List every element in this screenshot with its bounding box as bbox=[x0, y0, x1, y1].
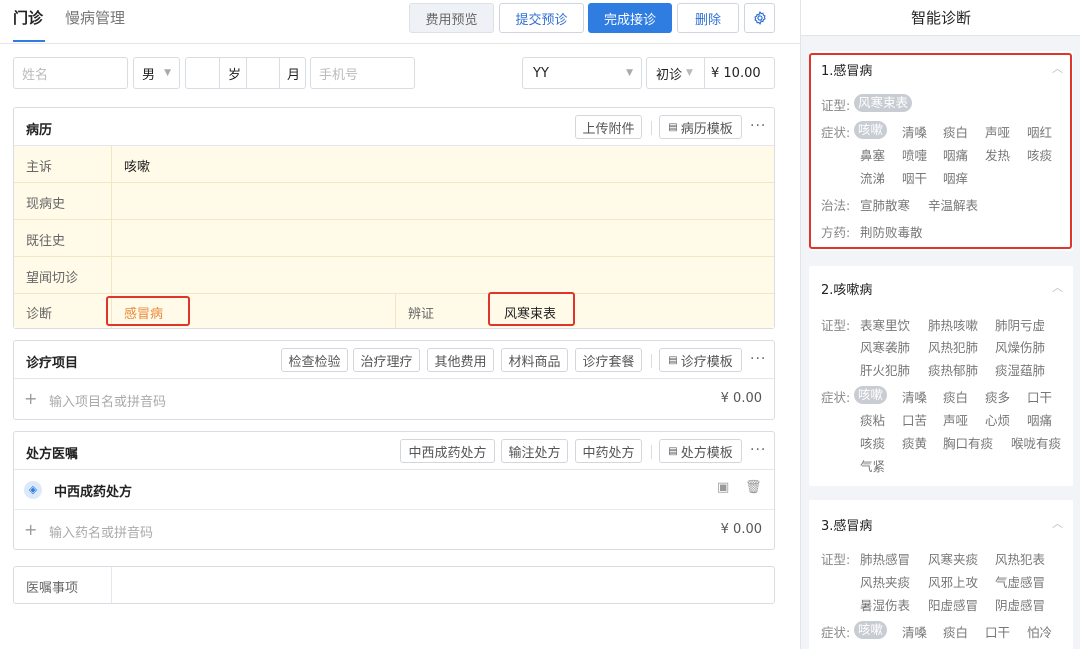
top-bar: 门诊 慢病管理 费用预览 提交预诊 完成接诊 删除 bbox=[0, 0, 800, 44]
package-button[interactable]: 诊疗套餐 bbox=[575, 348, 642, 372]
patient-type-select[interactable]: YY ▼ bbox=[522, 57, 642, 89]
active-tab-underline bbox=[13, 40, 45, 42]
drug-input[interactable]: + 输入药名或拼音码 ¥ 0.00 bbox=[14, 510, 774, 550]
exam-button[interactable]: 检查检验 bbox=[281, 348, 348, 372]
record-row[interactable]: 现病史 bbox=[14, 183, 774, 220]
advice-panel[interactable]: 医嘱事项 bbox=[13, 566, 775, 604]
gender-select[interactable]: 男 ▼ bbox=[133, 57, 180, 89]
tab-outpatient[interactable]: 门诊 bbox=[13, 9, 43, 27]
caret-down-icon: ▼ bbox=[686, 68, 693, 78]
age-input[interactable]: 岁 月 bbox=[185, 57, 306, 89]
tab-chronic[interactable]: 慢病管理 bbox=[65, 9, 125, 27]
name-input[interactable]: 姓名 bbox=[13, 57, 128, 89]
visit-type[interactable]: 初诊 bbox=[647, 64, 682, 83]
delete-button[interactable]: 删除 bbox=[677, 3, 739, 33]
smart-diagnosis-title: 智能诊断 bbox=[801, 0, 1080, 36]
record-row[interactable]: 既往史 bbox=[14, 220, 774, 257]
chevron-up-icon[interactable]: ︿ bbox=[1052, 515, 1063, 531]
gear-icon bbox=[753, 11, 766, 25]
western-rx-button[interactable]: 中西成药处方 bbox=[400, 439, 495, 463]
highlight-syndrome bbox=[488, 292, 575, 326]
plus-icon: + bbox=[24, 389, 38, 408]
phone-input[interactable]: 手机号 bbox=[310, 57, 415, 89]
plus-icon: + bbox=[24, 520, 38, 539]
other-fee-button[interactable]: 其他费用 bbox=[427, 348, 494, 372]
infusion-rx-button[interactable]: 输注处方 bbox=[501, 439, 568, 463]
diagnosis-card[interactable]: 2.咳嗽病 ︿ 证型: 表寒里饮 肺热咳嗽 肺阴亏虚 风寒袭肺 风热犯肺 风燥伤… bbox=[809, 266, 1073, 486]
pill-icon: ◈ bbox=[24, 481, 42, 499]
more-icon[interactable]: ··· bbox=[750, 442, 766, 458]
trash-icon[interactable]: 🗑 bbox=[745, 480, 762, 495]
more-icon[interactable]: ··· bbox=[750, 118, 766, 134]
fee-preview-button[interactable]: 费用预览 bbox=[409, 3, 494, 33]
treatment-template-button[interactable]: ▤ 诊疗模板 bbox=[659, 348, 742, 372]
template-icon: ▤ bbox=[668, 445, 678, 457]
template-icon: ▤ bbox=[668, 121, 678, 133]
record-header: 病历 上传附件 ▤ 病历模板 ··· bbox=[14, 108, 774, 146]
upload-attachment-button[interactable]: 上传附件 bbox=[575, 115, 642, 139]
rx-template-button[interactable]: ▤ 处方模板 bbox=[659, 439, 742, 463]
diagnosis-card[interactable]: 3.感冒病 ︿ 证型: 肺热感冒 风寒夹痰 风热犯表 风热夹痰 风邪上攻 气虚感… bbox=[809, 500, 1073, 649]
settings-button[interactable] bbox=[744, 3, 775, 33]
prescription-panel: 处方医嘱 中西成药处方 输注处方 中药处方 ▤ 处方模板 ··· ◈ 中西成药处方… bbox=[13, 431, 775, 550]
caret-down-icon: ▼ bbox=[164, 68, 171, 78]
treatment-item-input[interactable]: + 输入项目名或拼音码 ¥ 0.00 bbox=[14, 379, 774, 419]
submit-prediagnosis-button[interactable]: 提交预诊 bbox=[499, 3, 584, 33]
visit-fee-group[interactable]: 初诊 ▼ ¥ 10.00 bbox=[646, 57, 775, 89]
highlight-diagnosis bbox=[106, 296, 190, 326]
herbal-rx-button[interactable]: 中药处方 bbox=[575, 439, 642, 463]
record-row[interactable]: 主诉 咳嗽 bbox=[14, 146, 774, 183]
record-row[interactable]: 望闻切诊 bbox=[14, 257, 774, 294]
caret-down-icon: ▼ bbox=[626, 68, 633, 78]
record-template-button[interactable]: ▤ 病历模板 bbox=[659, 115, 742, 139]
rx-subheader: ◈ 中西成药处方 ▣ 🗑 bbox=[14, 470, 774, 510]
chevron-up-icon[interactable]: ︿ bbox=[1052, 279, 1063, 295]
template-icon: ▤ bbox=[668, 354, 678, 366]
therapy-button[interactable]: 治疗理疗 bbox=[353, 348, 420, 372]
record-title: 病历 bbox=[26, 123, 53, 138]
fee-value[interactable]: ¥ 10.00 bbox=[711, 66, 761, 81]
complete-visit-button[interactable]: 完成接诊 bbox=[588, 3, 672, 33]
highlight-first-suggestion bbox=[809, 53, 1072, 249]
treatment-panel: 诊疗项目 检查检验 治疗理疗 其他费用 材料商品 诊疗套餐 ▤ 诊疗模板 ··· … bbox=[13, 340, 775, 420]
material-button[interactable]: 材料商品 bbox=[501, 348, 568, 372]
more-icon[interactable]: ··· bbox=[750, 351, 766, 367]
save-icon[interactable]: ▣ bbox=[717, 480, 729, 495]
